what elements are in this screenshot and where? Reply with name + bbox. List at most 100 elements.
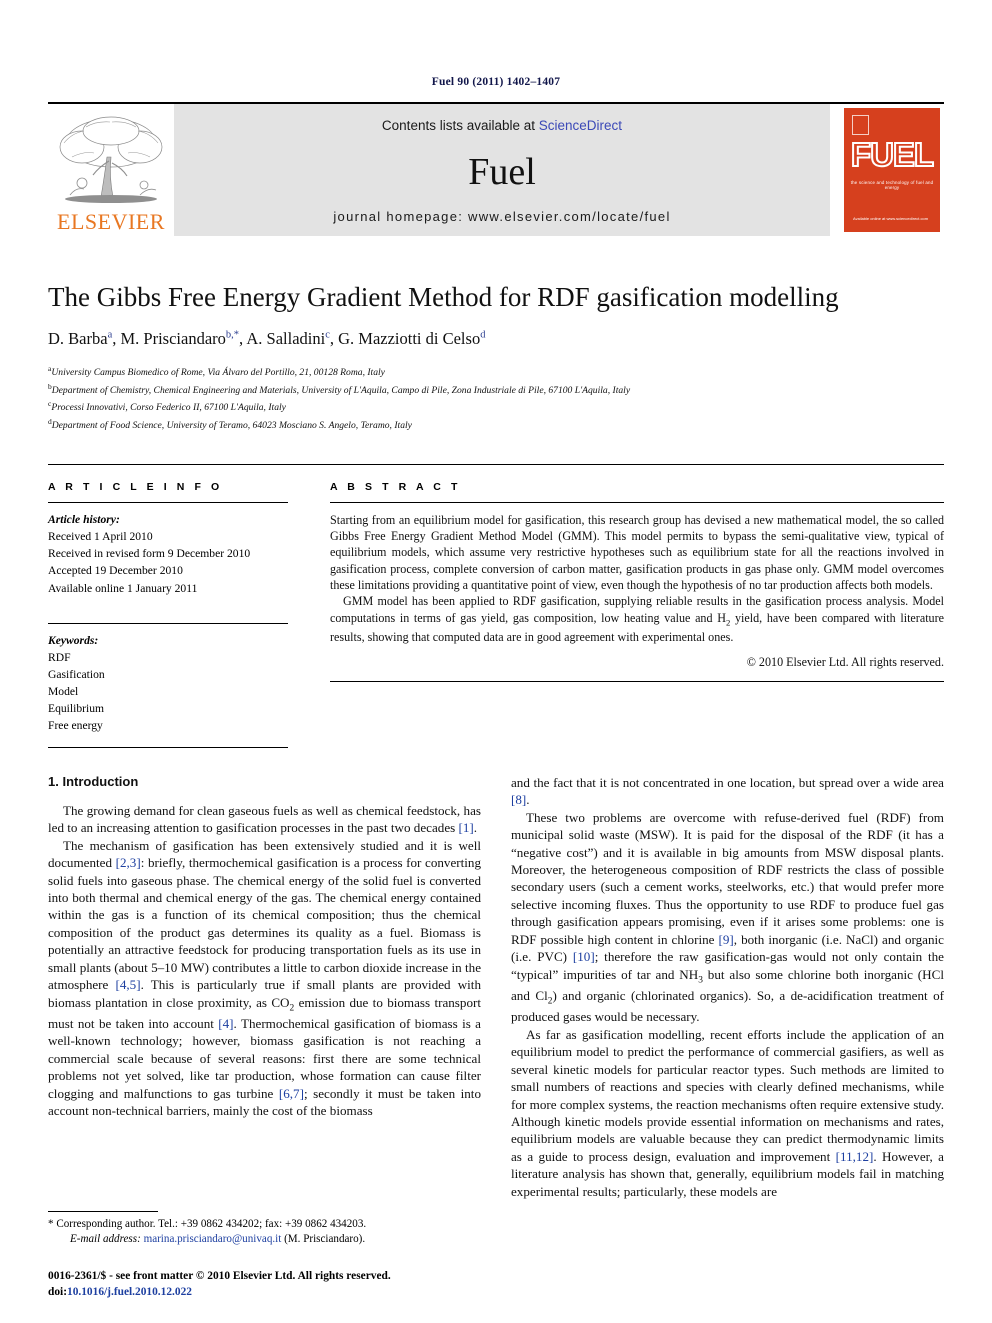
author-name: M. Prisciandaro	[120, 329, 226, 349]
issn-copyright-line: 0016-2361/$ - see front matter © 2010 El…	[48, 1270, 391, 1283]
affiliation-list: aUniversity Campus Biomedico of Rome, Vi…	[48, 363, 944, 434]
citation-ref[interactable]: [4,5]	[115, 977, 140, 992]
footnote-email-line: E-mail address: marina.prisciandaro@univ…	[48, 1232, 489, 1248]
email-address-label: E-mail address:	[70, 1233, 141, 1246]
abstract-paragraph: GMM model has been applied to RDF gasifi…	[330, 593, 944, 645]
keyword-item: Model	[48, 685, 79, 699]
footnote-star-marker: *	[48, 1217, 54, 1230]
citation-ref[interactable]: [10]	[573, 949, 595, 964]
contents-prefix: Contents lists available at	[381, 118, 536, 133]
paragraph-text: These two problems are overcome with ref…	[511, 809, 944, 947]
paragraph-text: .	[526, 792, 530, 808]
running-head: Fuel 90 (2011) 1402–1407	[431, 76, 561, 88]
journal-masthead: ELSEVIER Contents lists available at Sci…	[48, 102, 944, 236]
paragraph-text: ) and organic (chlorinated organics). So…	[511, 988, 944, 1025]
cover-subtitle: the science and technology of fuel and e…	[850, 180, 934, 190]
doi-link[interactable]: 10.1016/j.fuel.2010.12.022	[67, 1286, 192, 1298]
paragraph-text: .	[473, 820, 478, 836]
elsevier-logo: ELSEVIER	[48, 104, 174, 236]
history-item: Received in revised form 9 December 2010	[48, 547, 251, 561]
paragraph-text: and the fact that it is not concentrated…	[511, 774, 944, 790]
paragraph-text: The growing demand for clean gaseous fue…	[48, 802, 481, 836]
affiliation-text: Department of Chemistry, Chemical Engine…	[51, 384, 631, 396]
body-paragraph: The mechanism of gasification has been e…	[48, 837, 481, 1120]
paper-page: Fuel 90 (2011) 1402–1407 ELSEVIER Conten…	[0, 0, 992, 1323]
body-paragraph-continued: and the fact that it is not concentrated…	[511, 774, 944, 809]
citation-ref[interactable]: [2,3]	[116, 855, 141, 870]
affiliation-text: University Campus Biomedico of Rome, Via…	[51, 367, 385, 379]
author-list: D. Barbaa, M. Prisciandarob,*, A. Sallad…	[48, 329, 486, 349]
body-paragraph: The growing demand for clean gaseous fue…	[48, 802, 481, 837]
citation-ref[interactable]: [9]	[718, 932, 733, 947]
author-affiliation-marker: d	[480, 329, 486, 341]
cover-art: FUEL the science and technology of fuel …	[844, 108, 940, 232]
doi-line: doi:10.1016/j.fuel.2010.12.022	[48, 1285, 518, 1301]
elsevier-tree-icon	[52, 113, 170, 211]
affiliation-text: Processi Innovativi, Corso Federico II, …	[51, 402, 286, 414]
sciencedirect-link[interactable]: ScienceDirect	[539, 118, 622, 133]
abstract-rule-bottom	[330, 681, 944, 683]
article-history-label: Article history:	[48, 512, 120, 526]
history-item: Received 1 April 2010	[48, 530, 153, 544]
abstract-body: Starting from an equilibrium model for g…	[330, 503, 944, 670]
citation-ref[interactable]: [11,12]	[836, 1149, 874, 1164]
abstract-paragraph: Starting from an equilibrium model for g…	[330, 512, 944, 592]
info-abstract-region: A R T I C L E I N F O Article history: R…	[48, 463, 944, 748]
citation-ref[interactable]: [1]	[459, 820, 474, 835]
citation-ref[interactable]: [6,7]	[279, 1086, 304, 1101]
email-link[interactable]: marina.prisciandaro@univaq.it	[144, 1233, 282, 1245]
article-title: The Gibbs Free Energy Gradient Method fo…	[48, 282, 839, 312]
journal-title: Fuel	[468, 151, 536, 193]
article-info-column: A R T I C L E I N F O Article history: R…	[48, 465, 288, 748]
citation-ref[interactable]: [4]	[218, 1016, 233, 1031]
affiliation-item: aUniversity Campus Biomedico of Rome, Vi…	[48, 363, 944, 381]
history-item: Accepted 19 December 2010	[48, 564, 183, 578]
author-name: G. Mazziotti di Celso	[338, 329, 481, 349]
cover-footer-text: Available online at www.sciencedirect.co…	[853, 216, 929, 221]
article-history-block: Article history: Received 1 April 2010 R…	[48, 503, 288, 597]
affiliation-item: bDepartment of Chemistry, Chemical Engin…	[48, 381, 944, 399]
body-column-right: and the fact that it is not concentrated…	[511, 774, 944, 1201]
affiliation-item: dDepartment of Food Science, University …	[48, 416, 944, 434]
footnote-corresponding-text: Corresponding author. Tel.: +39 0862 434…	[56, 1217, 367, 1230]
keyword-item: Free energy	[48, 719, 103, 733]
keyword-item: Equilibrium	[48, 702, 105, 716]
journal-cover-thumbnail: FUEL the science and technology of fuel …	[840, 104, 944, 236]
citation-ref[interactable]: [8]	[511, 792, 526, 807]
article-info-heading: A R T I C L E I N F O	[48, 480, 223, 493]
article-info-rule-bottom	[48, 746, 288, 748]
imprint-block: 0016-2361/$ - see front matter © 2010 El…	[48, 1269, 518, 1301]
copyright-line: © 2010 Elsevier Ltd. All rights reserved…	[746, 654, 944, 669]
keyword-item: RDF	[48, 650, 71, 664]
body-paragraph: These two problems are overcome with ref…	[511, 809, 944, 1026]
keywords-label: Keywords:	[48, 633, 99, 647]
author-name: D. Barba	[48, 329, 108, 349]
cover-fuel-wordmark: FUEL	[850, 136, 935, 173]
keywords-block: Keywords: RDF Gasification Model Equilib…	[48, 624, 288, 747]
author-name: A. Salladini	[246, 329, 326, 349]
affiliation-item: cProcessi Innovativi, Corso Federico II,…	[48, 398, 944, 416]
history-item: Available online 1 January 2011	[48, 581, 198, 595]
author-affiliation-marker: c	[325, 329, 330, 341]
footnote-corresponding-line: * Corresponding author. Tel.: +39 0862 4…	[48, 1217, 489, 1233]
title-block: The Gibbs Free Energy Gradient Method fo…	[48, 282, 944, 434]
footnote-rule	[48, 1210, 158, 1212]
body-column-left: 1. Introduction The growing demand for c…	[48, 774, 481, 1201]
author-affiliation-marker: a	[107, 329, 113, 341]
author-affiliation-marker: b,*	[225, 329, 240, 341]
masthead-center: Contents lists available at ScienceDirec…	[174, 104, 830, 236]
keyword-item: Gasification	[48, 668, 105, 682]
contents-available-line: Contents lists available at ScienceDirec…	[382, 118, 622, 133]
paragraph-text: : briefly, thermochemical gasification i…	[48, 855, 482, 993]
cover-elsevier-mark-icon	[852, 115, 869, 135]
affiliation-text: Department of Food Science, University o…	[51, 420, 412, 432]
elsevier-wordmark: ELSEVIER	[57, 209, 165, 234]
abstract-heading: A B S T R A C T	[330, 480, 461, 493]
paragraph-text: As far as gasification modelling, recent…	[511, 1026, 944, 1164]
corresponding-author-footnote: * Corresponding author. Tel.: +39 0862 4…	[48, 1210, 489, 1249]
abstract-column: A B S T R A C T Starting from an equilib…	[330, 465, 944, 748]
email-owner: (M. Prisciandaro).	[284, 1233, 366, 1246]
journal-homepage-link[interactable]: journal homepage: www.elsevier.com/locat…	[333, 209, 670, 224]
body-paragraph: As far as gasification modelling, recent…	[511, 1026, 944, 1201]
doi-label: doi:	[48, 1286, 67, 1299]
